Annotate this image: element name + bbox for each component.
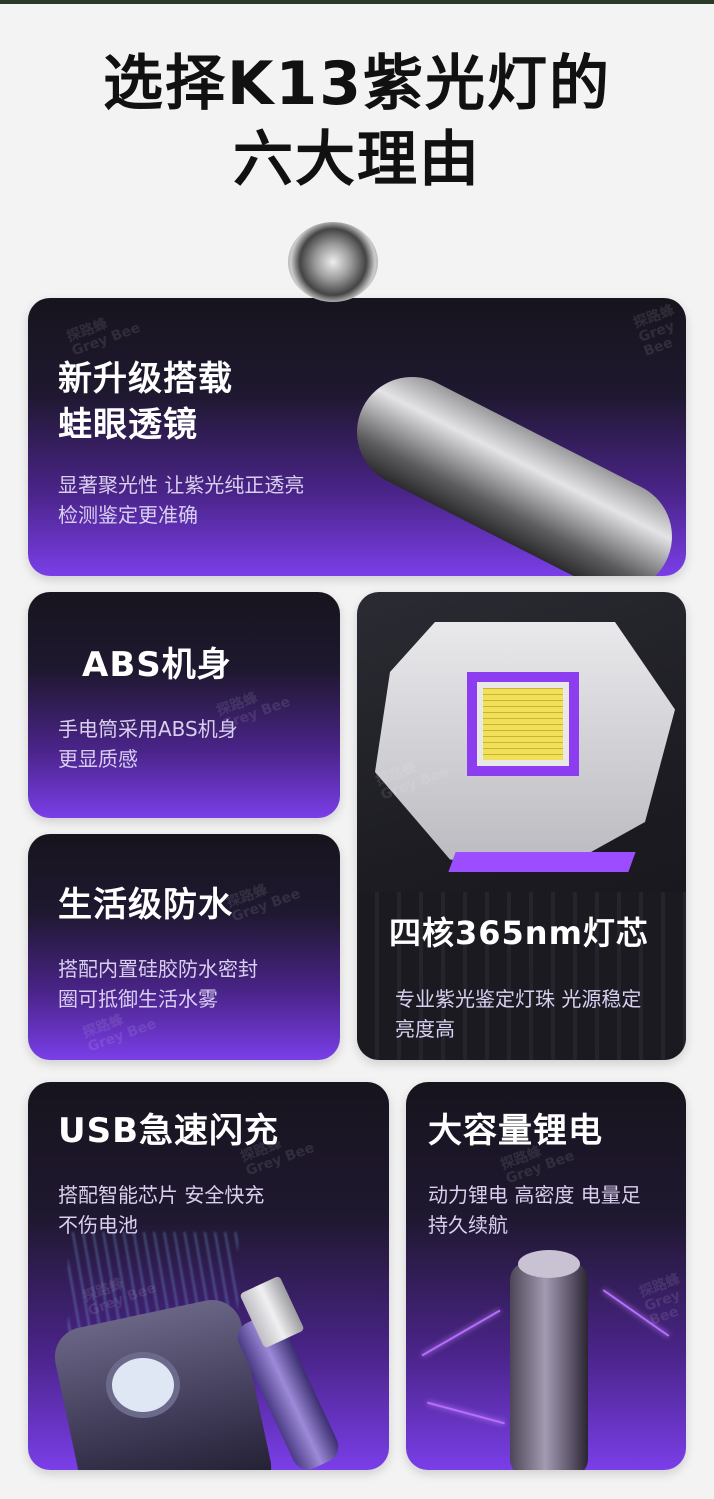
battery-image [510, 1262, 588, 1470]
led-plate-edge [448, 852, 636, 872]
top-band [0, 0, 714, 4]
feature-description: 显著聚光性 让紫光纯正透亮 检测鉴定更准确 [58, 473, 305, 527]
feature-card-lens: 探路蜂 Grey Bee 探路蜂 Grey Bee 新升级搭载 蛙眼透镜 显著聚光性 … [28, 298, 686, 576]
watermark: 探路蜂Grey Bee [64, 315, 143, 360]
page-title-line2: 六大理由 [233, 125, 481, 195]
lightning-bolt [421, 1309, 501, 1357]
feature-card-usb: 探路蜂Grey Bee 探路蜂Grey Bee USB急速闪充 搭配智能芯片 安… [28, 1082, 389, 1470]
battery-terminal-image [518, 1250, 580, 1278]
feature-description: 动力锂电 高密度 电量足 持久续航 [428, 1183, 641, 1237]
feature-title: 大容量锂电 [428, 1111, 603, 1151]
frog-eye-lens-image [288, 222, 378, 302]
feature-description: 搭配智能芯片 安全快充 不伤电池 [58, 1183, 265, 1237]
feature-description: 搭配内置硅胶防水密封 圈可抵御生活水雾 [58, 957, 258, 1011]
page-title-line1: 选择K13紫光灯的 [103, 49, 611, 119]
lightning-bolt [427, 1401, 505, 1425]
flashlight-image [338, 358, 686, 576]
feature-title: 生活级防水 [58, 885, 233, 925]
feature-card-abs: 探路蜂 Grey Bee ABS机身 手电筒采用ABS机身 更显质感 [28, 592, 340, 818]
watermark: 探路蜂Grey Bee [224, 881, 303, 926]
feature-title: 四核365nm灯芯 [389, 914, 649, 952]
feature-description: 手电筒采用ABS机身 更显质感 [58, 717, 238, 771]
feature-card-battery: 探路蜂 Grey Bee 探路蜂 Grey Bee 大容量锂电 动力锂电 高密度 电… [406, 1082, 686, 1470]
feature-title: USB急速闪充 [58, 1111, 280, 1151]
watermark: 探路蜂Grey Bee [631, 302, 677, 360]
led-chip-image [477, 682, 569, 766]
feature-title: 新升级搭载 蛙眼透镜 [58, 359, 233, 445]
feature-description: 专业紫光鉴定灯珠 光源稳定 亮度高 [395, 987, 642, 1041]
charging-port-image [106, 1352, 180, 1418]
feature-title: ABS机身 [82, 645, 232, 685]
feature-card-waterproof: 探路蜂 Grey Bee 探路蜂 Grey Bee 生活级防水 搭配内置硅胶防水密封… [28, 834, 340, 1060]
feature-card-led-chip: 探路蜂 Grey Bee 四核365nm灯芯 专业紫光鉴定灯珠 光源稳定 亮度高 [357, 592, 686, 1060]
